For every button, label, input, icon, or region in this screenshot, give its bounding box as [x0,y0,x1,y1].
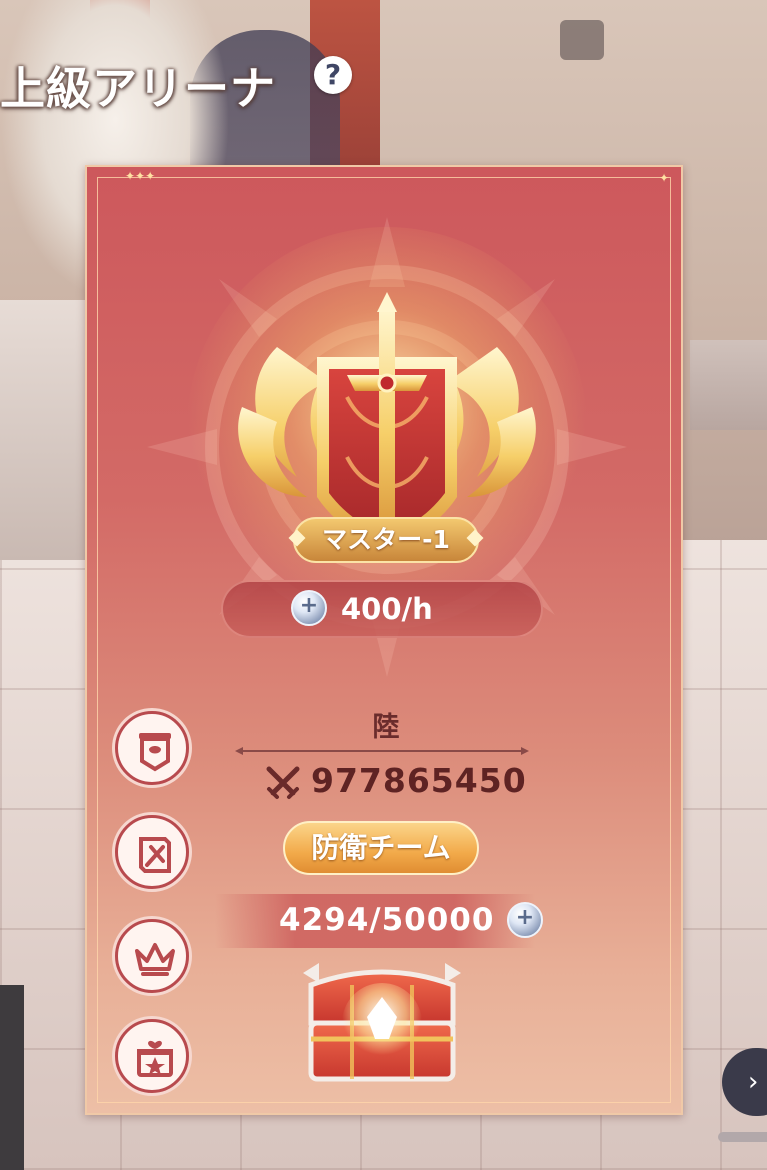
player-name: 陸 [372,712,400,743]
gift-reward-icon[interactable] [115,1019,189,1093]
rank-name: マスター-1 [322,525,450,554]
battle-power-value: 977865450 [311,761,527,800]
battle-record-scroll-icon[interactable] [115,815,189,889]
income-rate-bar: 400/h [221,580,543,638]
sparkle-decoration: ✦ [659,171,670,185]
silver-coin-icon [291,590,327,626]
rank-title-plate: マスター-1 [288,517,484,563]
scrollbar[interactable] [718,1132,767,1142]
ranking-crown-icon[interactable] [115,919,189,993]
silver-coin-icon [507,902,543,938]
treasure-chest-icon[interactable] [297,963,467,1087]
page-title: 上級アリーナ [0,62,277,115]
reward-progress-text: 4294/50000 [279,902,495,938]
crossed-swords-icon [266,766,300,799]
arena-rank-card: ✦✦✦ ✦ マスター-1 + 400/h 陸 977865450 防衛チーム 4… [85,165,683,1115]
defense-team-button[interactable]: 防衛チーム [283,821,479,875]
reward-progress-bar: 4294/50000 [215,894,543,948]
help-icon[interactable]: ? [314,56,352,94]
income-rate: 400/h [341,592,433,626]
sparkle-decoration: ✦✦✦ [125,169,156,183]
name-divider [235,747,529,755]
